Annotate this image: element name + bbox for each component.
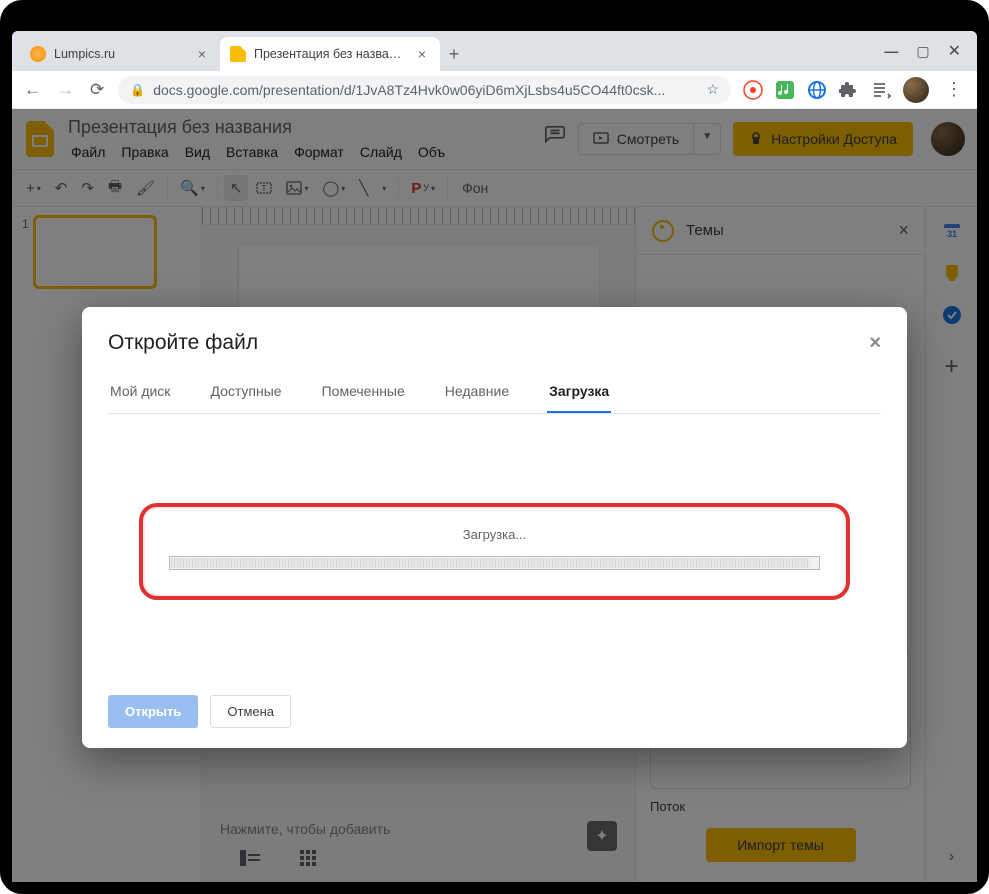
close-tab-icon[interactable]: × — [414, 46, 430, 62]
nav-forward-icon: → — [55, 78, 76, 102]
browser-tab-lumpics[interactable]: Lumpics.ru × — [20, 37, 220, 71]
profile-avatar-icon[interactable] — [903, 77, 929, 103]
progress-bar — [169, 556, 820, 570]
yandex-extension-icon[interactable] — [743, 80, 763, 100]
globe-extension-icon[interactable] — [807, 80, 827, 100]
nav-back-icon[interactable]: ← — [22, 78, 43, 102]
progress-fill — [171, 558, 810, 568]
modal-title: Откройте файл — [108, 331, 258, 355]
tab-title: Презентация без названия - Go — [254, 47, 406, 61]
tab-shared[interactable]: Доступные — [208, 375, 283, 413]
modal-tabs: Мой диск Доступные Помеченные Недавние З… — [108, 375, 881, 414]
window-maximize-button[interactable]: ▢ — [916, 43, 929, 60]
music-extension-icon[interactable] — [775, 80, 795, 100]
uploading-label: Загрузка... — [169, 527, 820, 542]
slides-favicon — [230, 46, 246, 62]
modal-close-button[interactable]: × — [869, 332, 881, 355]
nav-reload-icon[interactable]: ⟳ — [88, 78, 106, 102]
tab-starred[interactable]: Помеченные — [320, 375, 407, 413]
browser-tab-slides[interactable]: Презентация без названия - Go × — [220, 37, 440, 71]
close-tab-icon[interactable]: × — [194, 46, 210, 62]
bookmark-star-icon[interactable]: ☆ — [706, 81, 719, 98]
new-tab-button[interactable]: + — [440, 37, 468, 71]
open-button[interactable]: Открыть — [108, 695, 198, 728]
window-minimize-button[interactable]: — — [884, 43, 898, 59]
tab-recent[interactable]: Недавние — [443, 375, 511, 413]
file-picker-modal: Откройте файл × Мой диск Доступные Помеч… — [82, 307, 907, 748]
tab-title: Lumpics.ru — [54, 47, 186, 61]
url-text: docs.google.com/presentation/d/1JvA8Tz4H… — [153, 82, 698, 98]
extensions-puzzle-icon[interactable] — [839, 80, 859, 100]
cancel-button[interactable]: Отмена — [210, 695, 291, 728]
reading-list-icon[interactable] — [871, 80, 891, 100]
address-bar[interactable]: 🔒 docs.google.com/presentation/d/1JvA8Tz… — [118, 76, 731, 104]
tab-upload[interactable]: Загрузка — [547, 375, 611, 413]
lock-icon: 🔒 — [130, 83, 145, 97]
lumpics-favicon — [30, 46, 46, 62]
upload-progress-box: Загрузка... — [139, 503, 850, 600]
browser-menu-icon[interactable]: ⋮ — [941, 79, 967, 100]
window-close-button[interactable]: ✕ — [948, 41, 961, 61]
tab-my-drive[interactable]: Мой диск — [108, 375, 172, 413]
browser-toolbar: ← → ⟳ 🔒 docs.google.com/presentation/d/1… — [12, 71, 977, 109]
browser-title-bar: Lumpics.ru × Презентация без названия - … — [12, 31, 977, 71]
